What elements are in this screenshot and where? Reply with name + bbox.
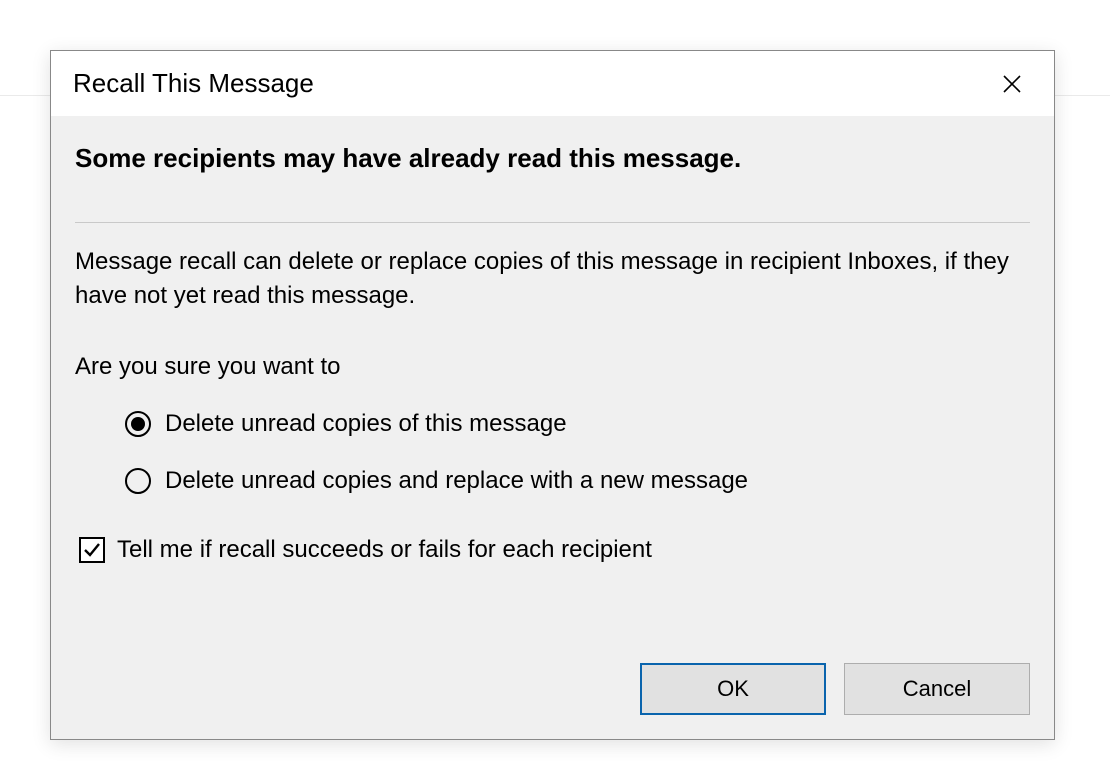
recall-message-dialog: Recall This Message Some recipients may … [50,50,1055,740]
notify-checkbox-row[interactable]: Tell me if recall succeeds or fails for … [79,533,1030,568]
dialog-buttons: OK Cancel [51,663,1054,739]
dialog-title: Recall This Message [73,68,314,99]
option-delete-unread[interactable]: Delete unread copies of this message [125,407,1030,442]
close-icon [1003,75,1021,93]
option-delete-and-replace[interactable]: Delete unread copies and replace with a … [125,464,1030,499]
recall-options: Delete unread copies of this message Del… [75,407,1030,499]
dialog-content: Some recipients may have already read th… [51,116,1054,663]
option-label: Delete unread copies of this message [165,407,567,442]
radio-icon [125,468,151,494]
checkbox-icon [79,537,105,563]
prompt-text: Are you sure you want to [75,350,1030,385]
warning-headline: Some recipients may have already read th… [75,140,1030,178]
button-label: Cancel [903,676,971,702]
explanation-text: Message recall can delete or replace cop… [75,245,1030,315]
radio-icon [125,411,151,437]
divider [75,222,1030,223]
option-label: Delete unread copies and replace with a … [165,464,748,499]
checkbox-label: Tell me if recall succeeds or fails for … [117,533,652,568]
close-button[interactable] [992,64,1032,104]
button-label: OK [717,676,749,702]
dialog-titlebar: Recall This Message [51,51,1054,116]
cancel-button[interactable]: Cancel [844,663,1030,715]
ok-button[interactable]: OK [640,663,826,715]
